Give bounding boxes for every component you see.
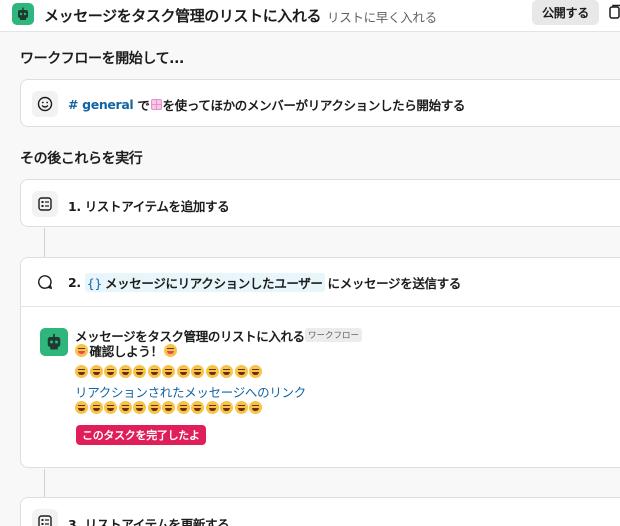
laughing-emoji-icon	[162, 365, 175, 378]
laughing-emoji-icon	[118, 365, 132, 378]
laughing-emoji-icon	[133, 401, 146, 414]
step-1-icon-box	[32, 191, 58, 217]
user-variable-chip[interactable]: {} メッセージにリアクションしたユーザー	[84, 273, 325, 292]
step-3-label: 3. リストアイテムを更新する	[68, 517, 230, 526]
emoji-row-1	[75, 365, 264, 378]
laughing-emoji-icon	[191, 401, 204, 414]
preview-divider	[21, 306, 620, 307]
trigger-card[interactable]: # general で を使ってほかのメンバーがリアクションしたら開始する	[20, 79, 620, 127]
step-1-label: 1. リストアイテムを追加する	[68, 199, 230, 214]
laughing-emoji-icon	[220, 365, 233, 378]
workflow-bot-icon	[47, 333, 61, 350]
workflow-title: メッセージをタスク管理のリストに入れる	[44, 7, 322, 25]
laughing-emoji-icon	[220, 401, 233, 414]
trigger-heading: ワークフローを開始して...	[20, 51, 184, 67]
step-3-icon-box	[32, 509, 58, 526]
workflow-bot-icon	[12, 3, 34, 25]
steps-heading: その後これらを実行	[20, 151, 143, 167]
publish-button[interactable]: 公開する	[532, 0, 599, 25]
message-line-1: 確認しよう！	[75, 341, 178, 360]
laughing-emoji-icon	[176, 401, 190, 414]
emoji-grid-icon	[150, 99, 162, 110]
laughing-emoji-icon	[205, 401, 219, 414]
workflow-description: リストに早く入れる	[327, 10, 437, 25]
laughing-emoji-icon	[176, 365, 190, 378]
laughing-emoji-icon	[205, 365, 219, 378]
laughing-emoji-icon	[249, 401, 262, 414]
bot-avatar	[40, 328, 68, 356]
step-1-card[interactable]: 1. リストアイテムを追加する	[20, 179, 620, 227]
laughing-emoji-icon	[104, 401, 117, 414]
step-3-card[interactable]: 3. リストアイテムを更新する	[20, 497, 620, 526]
laughing-emoji-icon	[147, 365, 161, 378]
copy-icon[interactable]	[609, 4, 620, 20]
laughing-tongue-emoji-icon	[75, 344, 88, 357]
laughing-emoji-icon	[249, 365, 262, 378]
list-icon	[38, 197, 52, 211]
laughing-emoji-icon	[133, 365, 146, 378]
laughing-emoji-icon	[75, 365, 88, 378]
laughing-emoji-icon	[104, 365, 117, 378]
channel-name[interactable]: # general	[68, 97, 134, 112]
header-bar: メッセージをタスク管理のリストに入れる リストに早く入れる 公開する	[0, 0, 620, 32]
laughing-emoji-icon	[75, 401, 88, 414]
trigger-description: # general で を使ってほかのメンバーがリアクションしたら開始する	[68, 97, 466, 113]
smiley-icon	[37, 96, 53, 112]
step-connector	[44, 228, 45, 258]
step-2-description: 2. {} メッセージにリアクションしたユーザー にメッセージを送信する	[68, 273, 461, 292]
laughing-emoji-icon	[118, 401, 132, 414]
laughing-emoji-icon	[162, 401, 175, 414]
laughing-emoji-icon	[191, 365, 204, 378]
laughing-emoji-icon	[234, 401, 248, 414]
laughing-emoji-icon	[89, 401, 103, 414]
step-2-card[interactable]: 2. {} メッセージにリアクションしたユーザー にメッセージを送信する メッセー…	[20, 257, 620, 468]
message-link[interactable]: リアクションされたメッセージへのリンク	[75, 382, 306, 401]
laughing-emoji-icon	[147, 401, 161, 414]
list-icon	[38, 515, 52, 526]
complete-task-button[interactable]: このタスクを完了したよ	[76, 425, 206, 445]
laughing-tongue-emoji-icon	[163, 344, 177, 357]
step-2-icon-box	[32, 269, 58, 295]
reaction-trigger-icon-box	[32, 91, 58, 117]
emoji-row-2	[75, 401, 264, 414]
message-bubble-icon	[38, 275, 52, 289]
workflow-badge: ワークフロー	[305, 328, 363, 342]
laughing-emoji-icon	[234, 365, 248, 378]
step-connector	[44, 469, 45, 498]
laughing-emoji-icon	[89, 365, 103, 378]
